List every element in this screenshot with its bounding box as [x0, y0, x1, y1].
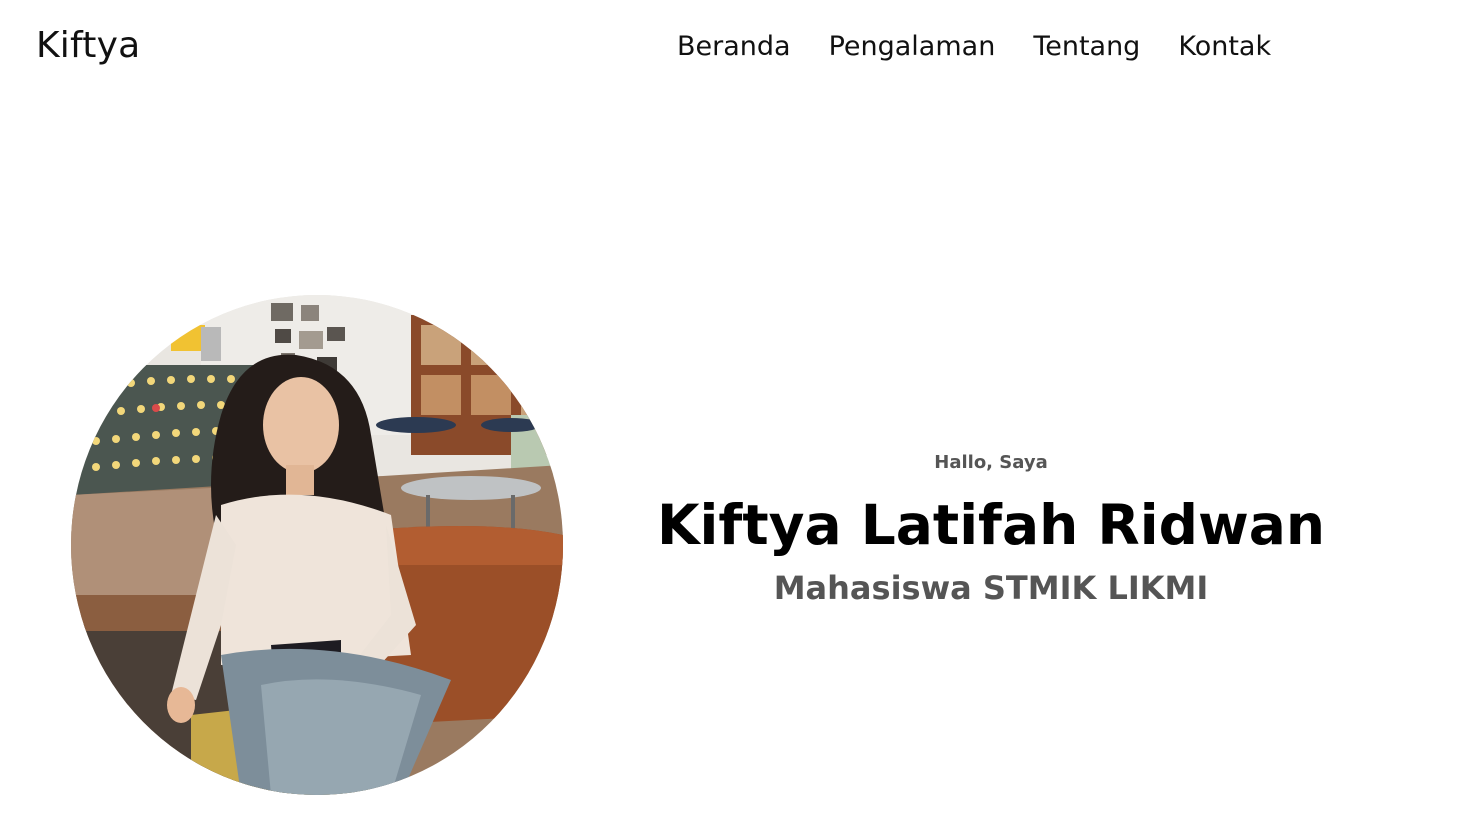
nav-link-beranda[interactable]: Beranda — [677, 28, 791, 66]
hero-intro: Hallo, Saya Kiftya Latifah Ridwan Mahasi… — [640, 448, 1342, 610]
nav-link-tentang[interactable]: Tentang — [1033, 28, 1140, 66]
main-nav: Beranda Pengalaman Tentang Kontak — [677, 28, 1271, 66]
profile-photo — [71, 295, 563, 795]
nav-link-pengalaman[interactable]: Pengalaman — [829, 28, 996, 66]
hero-role: Mahasiswa STMIK LIKMI — [773, 569, 1209, 607]
site-logo[interactable]: Kiftya — [36, 24, 140, 68]
page: Kiftya Beranda Pengalaman Tentang Kontak — [0, 0, 1476, 817]
hero-name: Kiftya Latifah Ridwan — [656, 493, 1326, 557]
nav-link-kontak[interactable]: Kontak — [1178, 28, 1271, 66]
hero-greeting: Hallo, Saya — [934, 452, 1048, 473]
